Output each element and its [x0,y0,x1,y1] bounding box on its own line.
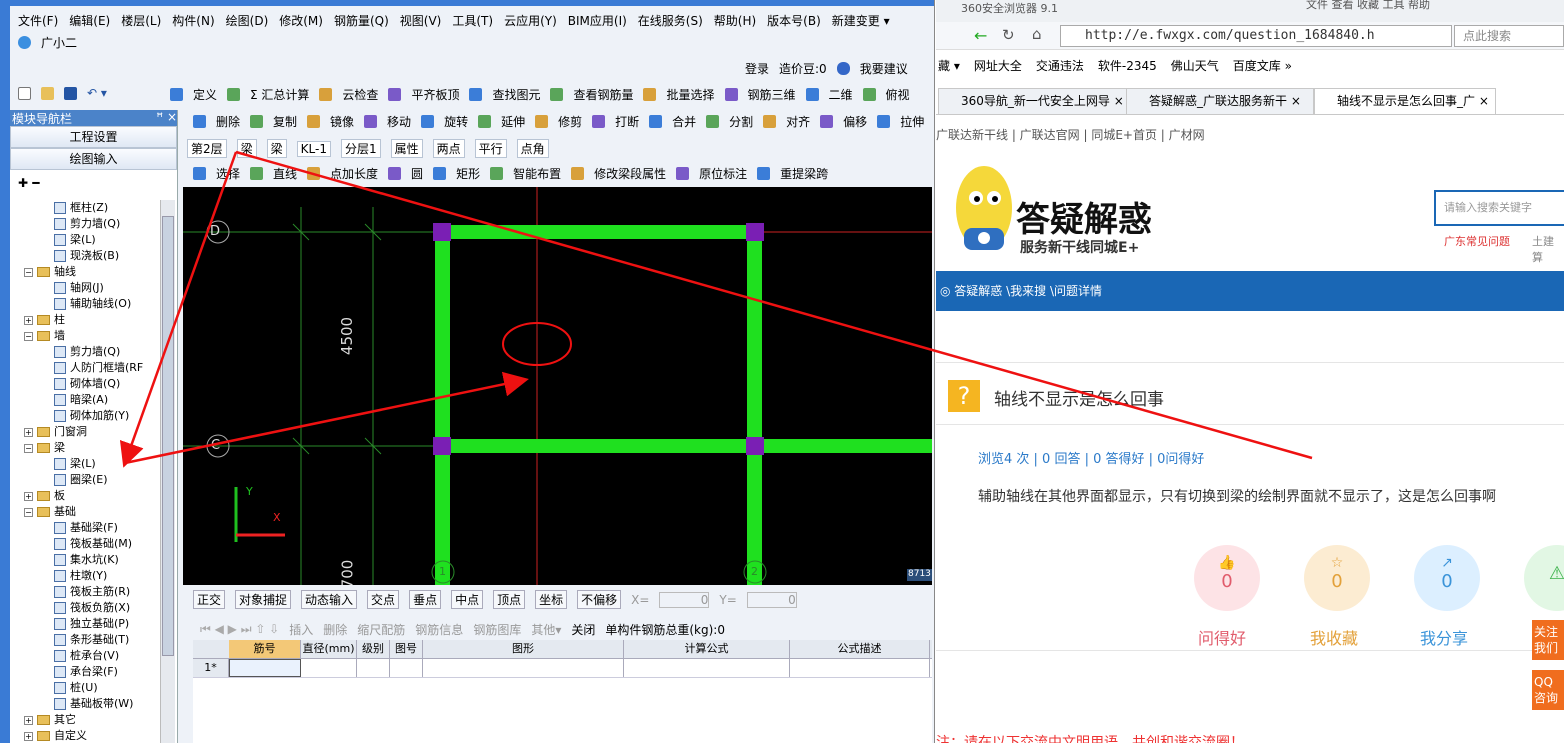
arrow-to-question [235,150,1313,460]
arrow-layer-to-tree [119,151,238,468]
annotation-arrows [119,150,1313,468]
arrow-tree-to-canvas [124,371,529,465]
